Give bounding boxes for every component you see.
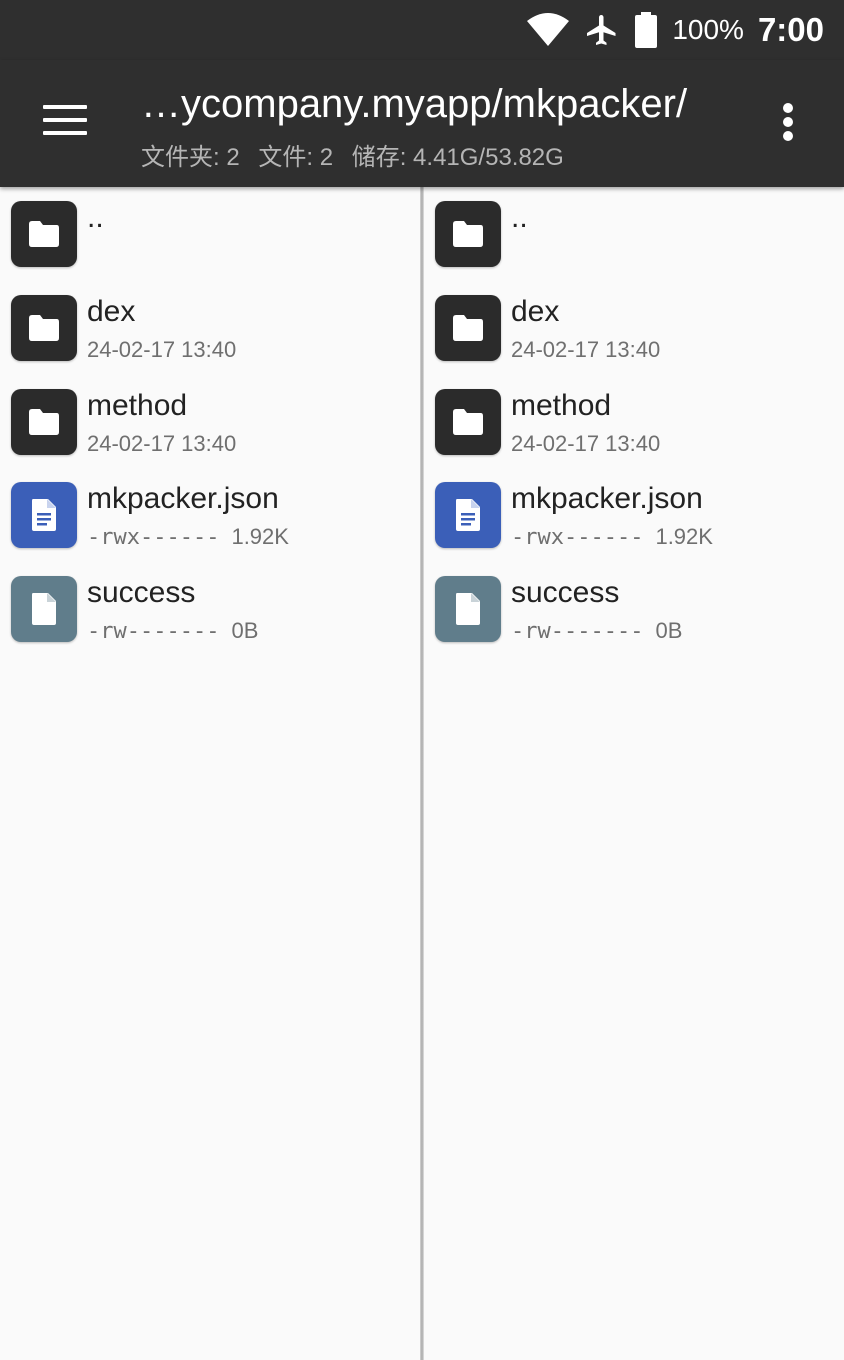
item-size: 1.92K — [231, 524, 289, 550]
item-name: mkpacker.json — [511, 482, 703, 516]
item-details: -rwx------ 1.92K — [87, 524, 289, 550]
file-count: 文件: 2 — [258, 144, 334, 171]
folder-icon — [435, 201, 501, 267]
menu-icon-line — [43, 131, 87, 135]
path-summary: 文件夹: 2 文件: 2 储存: 4.41G/53.82G — [141, 137, 576, 172]
item-date: 24-02-17 13:40 — [511, 336, 661, 362]
folder-icon — [435, 294, 501, 361]
item-name: method — [511, 388, 612, 422]
item-name: method — [87, 388, 188, 422]
item-name: success — [511, 576, 620, 609]
battery-icon — [634, 12, 658, 48]
item-details: -rw------- 0B — [511, 618, 682, 644]
document-icon — [435, 482, 501, 549]
storage-usage: 储存: 4.41G/53.82G — [351, 144, 564, 171]
folder-icon — [11, 201, 77, 267]
list-item-parent[interactable]: .. — [0, 187, 420, 281]
menu-icon-line — [43, 105, 87, 109]
menu-button[interactable] — [28, 92, 104, 152]
item-size: 1.92K — [655, 524, 713, 550]
list-item-success[interactable]: success -rw------- 0B — [0, 562, 420, 656]
item-permissions: -rwx------ — [511, 525, 644, 551]
clock: 7:00 — [757, 11, 824, 48]
status-bar: 100% 7:00 — [0, 0, 844, 60]
list-item-mkpacker-json[interactable]: mkpacker.json -rwx------ 1.92K — [424, 468, 844, 562]
item-name: success — [87, 576, 196, 609]
item-permissions: -rw------- — [87, 619, 220, 644]
airplane-mode-icon — [584, 12, 620, 48]
app-bar: …ycompany.myapp/mkpacker/ 文件夹: 2 文件: 2 储… — [0, 60, 844, 187]
list-item-parent[interactable]: .. — [424, 187, 844, 281]
folder-count: 文件夹: 2 — [141, 144, 240, 171]
folder-icon — [11, 294, 77, 361]
left-pane[interactable]: .. dex 24-02-17 13:40 method 24-02-17 13… — [0, 187, 420, 1360]
folder-icon — [435, 388, 501, 455]
more-options-button[interactable] — [766, 92, 810, 152]
item-name: dex — [87, 294, 136, 328]
file-icon — [435, 576, 501, 642]
item-details: -rw------- 0B — [87, 618, 258, 644]
folder-icon — [11, 388, 77, 455]
item-name: dex — [511, 294, 560, 328]
status-icons: 100% 7:00 — [526, 0, 824, 60]
more-icon-dot — [783, 131, 793, 141]
right-pane[interactable]: .. dex 24-02-17 13:40 method 24-02-17 13… — [424, 187, 844, 1360]
list-item-dex[interactable]: dex 24-02-17 13:40 — [424, 281, 844, 375]
list-item-method[interactable]: method 24-02-17 13:40 — [424, 375, 844, 469]
item-name: .. — [87, 201, 104, 234]
item-name: mkpacker.json — [87, 482, 279, 516]
item-size: 0B — [655, 618, 683, 643]
item-date: 24-02-17 13:40 — [87, 336, 237, 362]
list-item-dex[interactable]: dex 24-02-17 13:40 — [0, 281, 420, 375]
item-details: -rwx------ 1.92K — [511, 524, 713, 550]
path-title[interactable]: …ycompany.myapp/mkpacker/ — [141, 82, 741, 127]
item-name: .. — [511, 201, 528, 234]
list-item-mkpacker-json[interactable]: mkpacker.json -rwx------ 1.92K — [0, 468, 420, 562]
list-item-method[interactable]: method 24-02-17 13:40 — [0, 375, 420, 469]
battery-percentage: 100% — [672, 14, 744, 45]
document-icon — [11, 482, 77, 549]
item-permissions: -rwx------ — [87, 525, 220, 551]
item-date: 24-02-17 13:40 — [511, 430, 661, 456]
more-icon-dot — [783, 103, 793, 113]
item-size: 0B — [231, 618, 259, 643]
item-permissions: -rw------- — [511, 619, 644, 644]
more-icon-dot — [783, 117, 793, 127]
item-date: 24-02-17 13:40 — [87, 430, 237, 456]
list-item-success[interactable]: success -rw------- 0B — [424, 562, 844, 656]
menu-icon-line — [43, 118, 87, 122]
file-icon — [11, 576, 77, 642]
wifi-icon — [526, 13, 570, 47]
